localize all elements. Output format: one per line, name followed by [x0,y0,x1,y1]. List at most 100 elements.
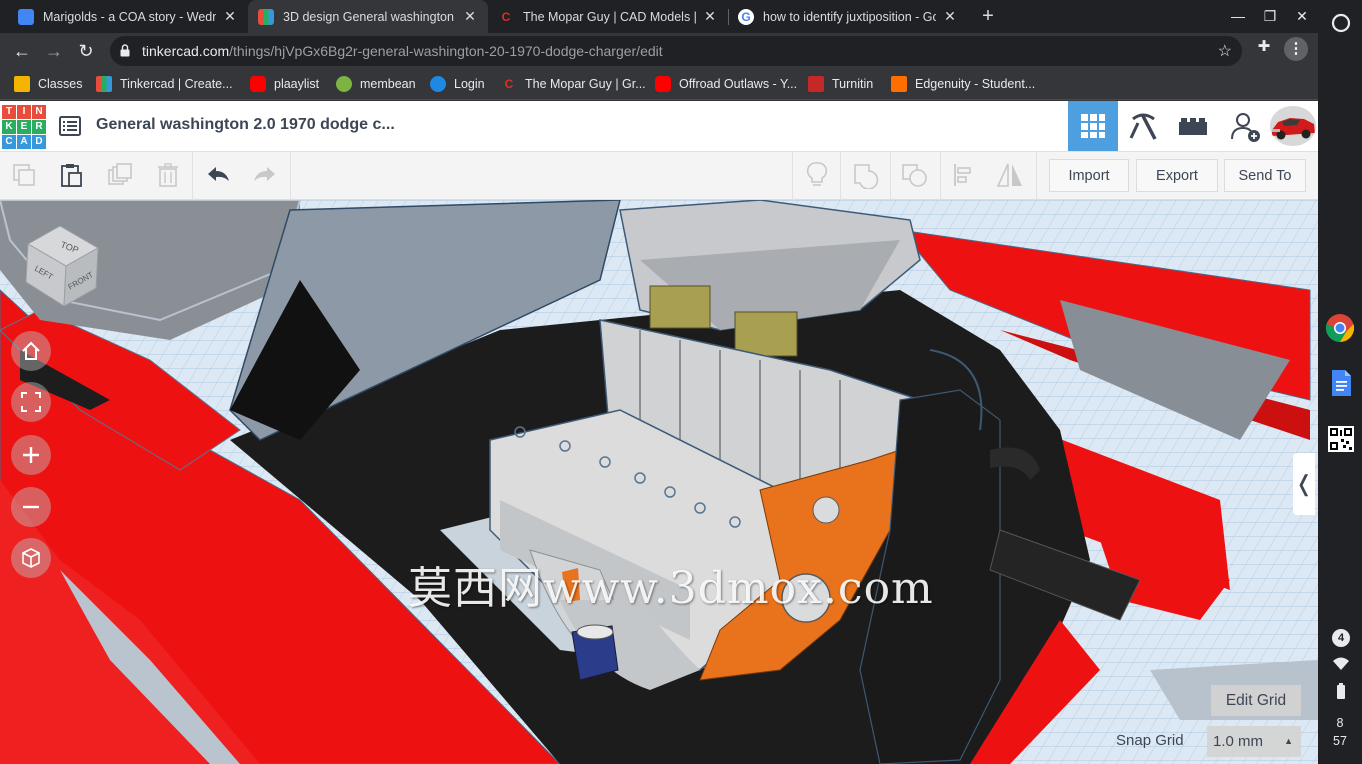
extensions-icon[interactable]: ✚ [1254,37,1274,57]
url-host: tinkercad.com [142,43,230,59]
close-tab-icon[interactable]: ✕ [462,8,478,25]
reload-button[interactable]: ↻ [72,37,100,65]
os-shelf: 4 8 57 [1318,0,1362,764]
close-tab-icon[interactable]: ✕ [942,8,958,25]
bookmark-mopar-guy[interactable]: C The Mopar Guy | Gr... [501,75,646,93]
duplicate-button[interactable] [105,160,135,190]
avatar-car-image [1270,106,1316,146]
minus-icon [23,505,39,509]
3d-view-button[interactable] [1068,101,1118,151]
lock-icon[interactable] [120,44,130,57]
edit-grid-button[interactable]: Edit Grid [1211,685,1301,716]
tab-tinkercad[interactable]: 3D design General washington 2.0 ✕ [248,0,488,33]
tab-google-search[interactable]: G how to identify juxtiposition - Go ✕ [728,0,968,33]
undo-icon [208,167,229,181]
carburetor-right[interactable] [734,311,798,357]
toolbar-divider [792,152,793,200]
blocks-view-button[interactable] [1118,101,1168,151]
new-tab-button[interactable]: + [976,4,1000,28]
mirror-button[interactable] [995,160,1025,190]
fit-view-button[interactable] [11,382,51,422]
classroom-icon [14,76,30,92]
back-button[interactable]: ← [8,37,36,65]
google-docs-icon [1332,370,1351,396]
design-title[interactable]: General washington 2.0 1970 dodge c... [96,116,395,134]
snap-grid-label: Snap Grid [1116,732,1184,749]
forward-button[interactable]: → [40,37,68,65]
bookmark-membean[interactable]: membean [336,75,416,93]
edgenuity-icon [891,76,907,92]
redo-button[interactable] [250,160,280,190]
perspective-toggle-button[interactable] [11,538,51,578]
browser-window: Marigolds - a COA story - Wednes ✕ 3D de… [0,0,1318,764]
group-icon [854,164,879,189]
bookmark-plaaylist[interactable]: plaaylist [250,75,319,93]
bookmark-login[interactable]: Login [430,75,485,93]
minimize-button[interactable]: — [1222,0,1254,33]
tinkercad-icon [258,8,274,25]
paste-button[interactable] [56,160,86,190]
battery-icon [1337,683,1345,699]
tab-mopar-guy[interactable]: C The Mopar Guy | CAD Models | G ✕ [488,0,728,33]
snap-grid-select[interactable]: 1.0 mm ▲ [1207,726,1301,757]
view-cube-graphic: TOP LEFT FRONT [25,225,100,307]
launcher-icon [1331,13,1351,33]
bricks-view-button[interactable] [1168,101,1218,151]
url-path: /things/hjVpGx6Bg2r-general-washington-2… [229,43,663,59]
shelf-chrome[interactable] [1325,313,1355,343]
tab-marigolds[interactable]: Marigolds - a COA story - Wednes ✕ [8,0,248,33]
notification-badge[interactable]: 4 [1327,624,1355,652]
close-tab-icon[interactable]: ✕ [702,8,718,25]
notes-button[interactable] [802,160,832,190]
qr-code-icon [1328,426,1354,452]
group-button[interactable] [851,160,881,190]
google-icon: G [738,8,754,25]
battery-status[interactable] [1327,677,1355,705]
bookmark-star-icon[interactable]: ☆ [1218,41,1232,61]
toolbar-divider [1036,152,1037,200]
send-to-button[interactable]: Send To [1224,159,1306,192]
delete-button[interactable] [153,160,183,190]
zoom-out-button[interactable] [11,487,51,527]
grabcad-icon: C [498,8,514,25]
bookmark-edgenuity[interactable]: Edgenuity - Student... [891,75,1035,93]
collapse-panel-button[interactable]: ❬ [1293,453,1315,515]
carburetor-left[interactable] [649,285,711,329]
chrome-menu-button[interactable]: ⋮ [1284,37,1308,61]
toolbar-divider [192,152,193,200]
tinkercad-logo[interactable]: T I N K E R C A D [2,105,46,149]
url-text: tinkercad.com/things/hjVpGx6Bg2r-general… [142,43,663,59]
workplane-3d-view[interactable]: 莫西网www.3dmox.com TOP LEFT FRONT ❬ Edit G… [0,200,1318,764]
tab-title: 3D design General washington 2.0 [283,9,456,24]
home-view-button[interactable] [11,331,51,371]
shelf-qr-app[interactable] [1327,425,1355,453]
youtube-icon [655,76,671,92]
clock-hour: 8 [1336,716,1344,730]
avatar[interactable] [1270,106,1316,146]
view-cube[interactable]: TOP LEFT FRONT [20,220,106,307]
align-button[interactable] [949,160,979,190]
bookmark-classes[interactable]: Classes [14,75,82,93]
ungroup-button[interactable] [900,160,930,190]
zoom-in-button[interactable] [11,435,51,475]
import-button[interactable]: Import [1049,159,1129,192]
clock[interactable]: 8 57 [1318,714,1362,750]
design-list-icon[interactable] [58,114,82,138]
undo-button[interactable] [203,160,233,190]
copy-icon [13,164,35,186]
bookmark-tinkercad[interactable]: Tinkercad | Create... [96,75,233,93]
restore-button[interactable]: ❐ [1254,0,1286,33]
bookmark-offroad-outlaws[interactable]: Offroad Outlaws - Y... [655,75,797,93]
copy-button[interactable] [9,160,39,190]
shelf-docs[interactable] [1327,369,1355,397]
invite-user-button[interactable] [1220,101,1270,151]
3d-scene[interactable] [0,200,1318,764]
notification-count: 4 [1332,629,1350,647]
export-button[interactable]: Export [1136,159,1218,192]
wifi-status[interactable] [1327,650,1355,678]
close-tab-icon[interactable]: ✕ [222,8,238,25]
launcher-button[interactable] [1327,9,1355,37]
address-bar[interactable]: tinkercad.com/things/hjVpGx6Bg2r-general… [110,36,1242,66]
bookmark-turnitin[interactable]: Turnitin [808,75,873,93]
close-window-button[interactable]: ✕ [1286,0,1318,33]
